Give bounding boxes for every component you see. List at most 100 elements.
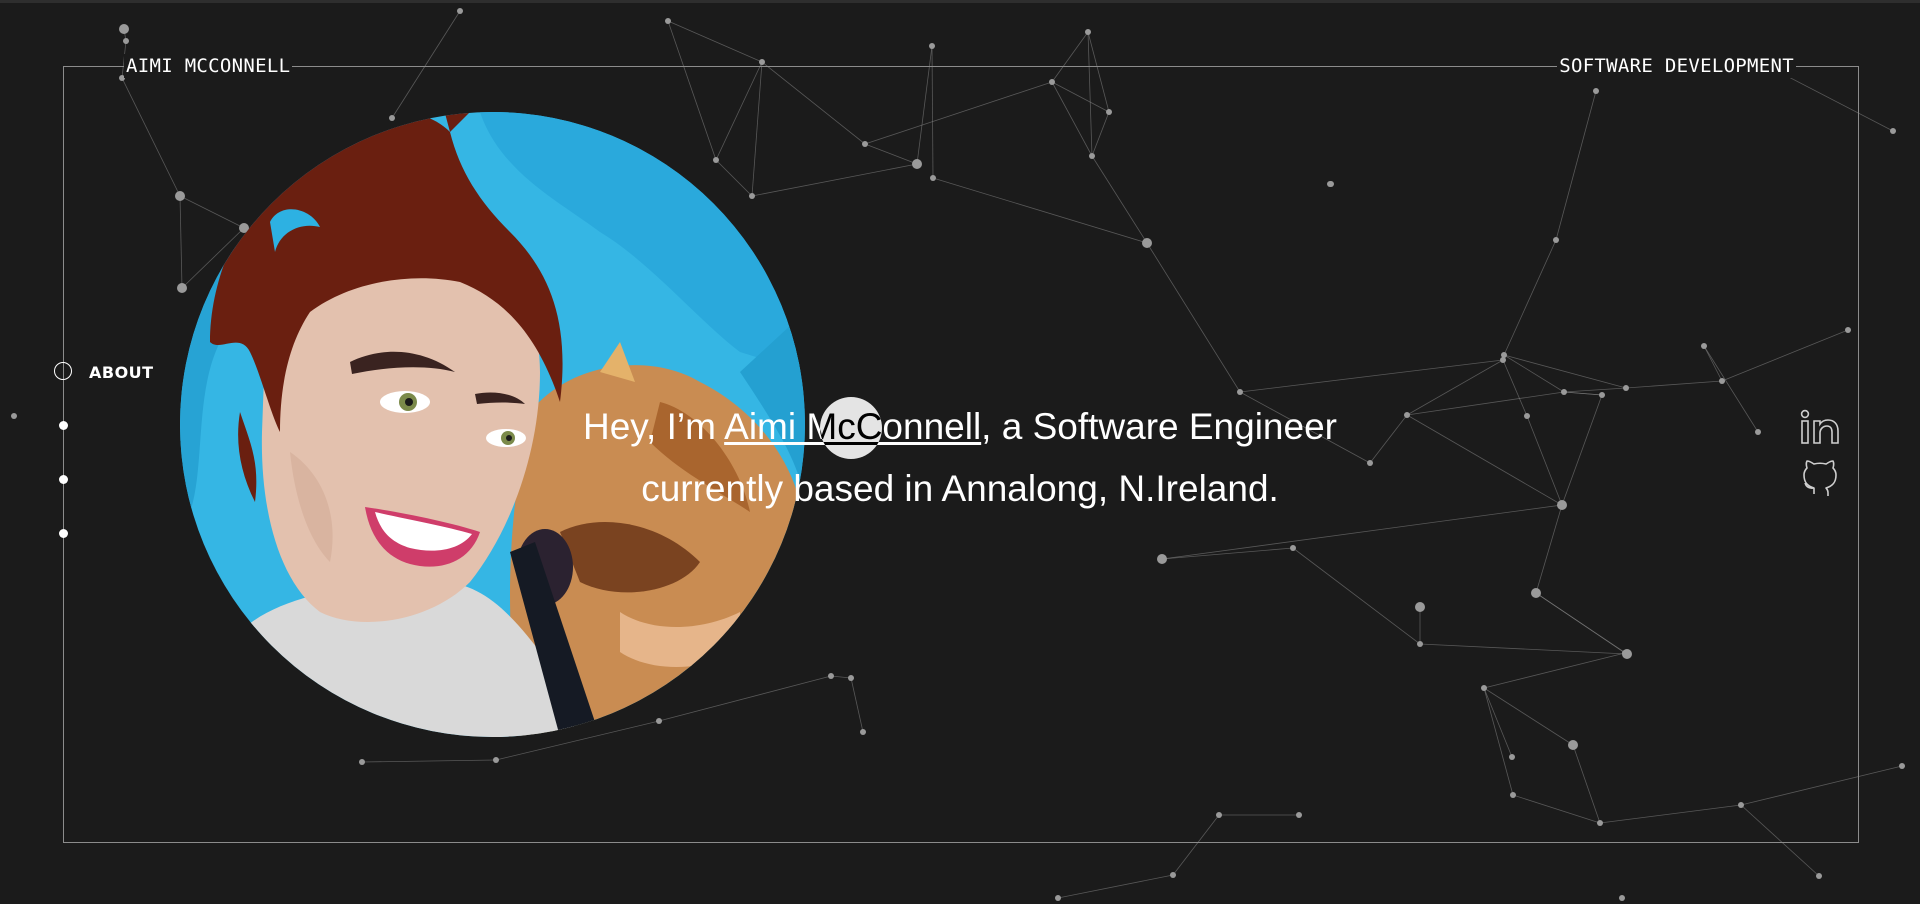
network-link	[1161, 547, 1294, 560]
nav-dot	[59, 529, 68, 538]
network-link	[361, 759, 497, 763]
network-link	[1146, 242, 1241, 393]
network-link	[1406, 359, 1504, 416]
network-link	[1503, 354, 1627, 389]
network-link	[864, 143, 918, 165]
network-link	[391, 10, 461, 119]
network-node	[1237, 389, 1243, 395]
hero-line-2: currently based in Annalong, N.Ireland.	[641, 468, 1279, 509]
nav-dot	[59, 475, 68, 484]
network-link	[864, 81, 1053, 145]
network-node	[1557, 500, 1567, 510]
network-node	[457, 8, 463, 14]
network-node	[1553, 237, 1559, 243]
hero-name-link[interactable]: Aimi McConnell	[724, 406, 981, 447]
network-node	[1500, 357, 1506, 363]
network-node	[1157, 554, 1167, 564]
network-node	[1481, 685, 1487, 691]
network-link	[1369, 414, 1408, 464]
network-link	[1563, 391, 1603, 396]
network-link	[1721, 329, 1849, 382]
network-node	[930, 175, 936, 181]
network-node	[119, 24, 129, 34]
network-node	[175, 191, 185, 201]
network-node	[929, 43, 935, 49]
network-node	[749, 193, 755, 199]
network-node	[1328, 181, 1334, 187]
network-link	[715, 61, 763, 161]
network-node	[1701, 343, 1707, 349]
network-node	[1106, 109, 1112, 115]
network-link	[1051, 31, 1089, 83]
network-link	[850, 677, 864, 733]
network-node	[1890, 128, 1896, 134]
network-node	[1623, 385, 1629, 391]
network-node	[759, 59, 765, 65]
network-link	[1535, 504, 1563, 594]
network-link	[121, 77, 181, 197]
github-link[interactable]	[1798, 456, 1842, 500]
network-link	[1483, 652, 1626, 689]
network-link	[1555, 90, 1597, 241]
network-link	[1057, 874, 1174, 899]
hero-intro: Hey, I’m Aimi McConnell, a Software Engi…	[560, 396, 1360, 520]
network-link	[179, 195, 183, 289]
nav-label-about: ABOUT	[89, 363, 154, 382]
network-link	[1292, 547, 1421, 645]
site-brand-link[interactable]: AIMI MCCONNELL	[124, 54, 293, 78]
network-link	[1502, 359, 1528, 417]
network-node	[1816, 873, 1822, 879]
network-node	[1216, 812, 1222, 818]
network-node	[1568, 740, 1578, 750]
network-link	[1406, 391, 1565, 416]
network-link	[667, 20, 763, 63]
nav-dot	[59, 421, 68, 430]
network-node	[1049, 79, 1055, 85]
hero-greeting: Hey, I’m	[582, 406, 725, 447]
network-node	[1755, 429, 1761, 435]
network-link	[1561, 394, 1603, 506]
network-link	[931, 45, 934, 179]
network-link	[916, 45, 933, 165]
network-link	[1563, 387, 1627, 393]
social-links	[1798, 406, 1842, 506]
network-link	[1703, 345, 1723, 382]
network-node	[862, 141, 868, 147]
network-link	[1740, 765, 1903, 806]
network-node	[1899, 763, 1905, 769]
network-node	[11, 413, 17, 419]
network-node	[1417, 641, 1423, 647]
network-node	[389, 115, 395, 121]
network-node	[1415, 602, 1425, 612]
network-link	[658, 675, 832, 722]
network-node	[1510, 792, 1516, 798]
network-link	[1526, 415, 1563, 506]
network-link	[1572, 744, 1601, 824]
network-link	[761, 61, 866, 145]
network-node	[1561, 389, 1567, 395]
network-node	[1290, 545, 1296, 551]
network-link	[1503, 239, 1557, 356]
network-link	[667, 20, 717, 161]
nav-dot-active	[54, 362, 72, 380]
network-node	[1501, 352, 1507, 358]
network-node	[1367, 460, 1373, 466]
network-node	[1622, 650, 1628, 656]
network-link	[1091, 155, 1148, 244]
network-link	[1703, 345, 1759, 433]
network-link	[1091, 111, 1110, 157]
network-node	[1593, 88, 1599, 94]
network-link	[1087, 31, 1110, 113]
network-node	[860, 729, 866, 735]
network-link	[1512, 794, 1601, 824]
network-node	[123, 38, 129, 44]
network-node	[828, 673, 834, 679]
network-link	[1172, 814, 1220, 876]
network-node	[1055, 895, 1061, 901]
site-tagline: SOFTWARE DEVELOPMENT	[1557, 54, 1796, 78]
network-node	[912, 159, 922, 169]
linkedin-link[interactable]	[1798, 406, 1842, 450]
network-node	[1619, 895, 1625, 901]
network-node	[177, 283, 187, 293]
network-node	[359, 759, 365, 765]
